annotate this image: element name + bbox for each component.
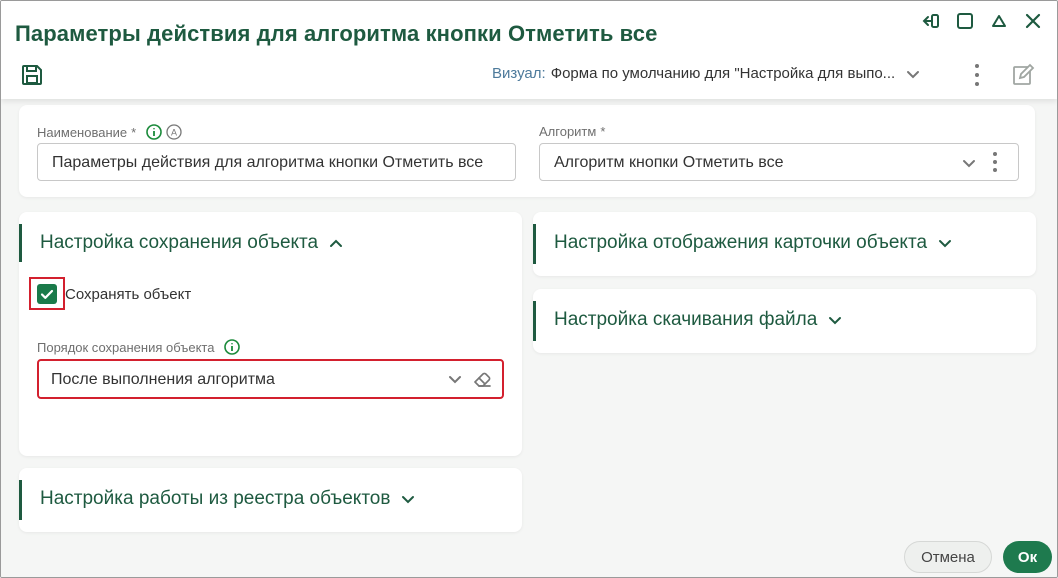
check-icon — [40, 289, 54, 299]
pin-icon[interactable] — [921, 11, 941, 31]
info-icon[interactable] — [224, 339, 241, 355]
dialog-title: Параметры действия для алгоритма кнопки … — [15, 21, 658, 46]
main-fields-card: Наименование * A Параметры действия для а… — [19, 105, 1035, 197]
save-order-value: После выполнения алгоритма — [51, 371, 275, 388]
save-order-label: Порядок сохранения объекта — [37, 339, 241, 355]
close-icon[interactable] — [1023, 11, 1043, 31]
card-display-settings-title: Настройка отображения карточки объекта — [554, 232, 928, 253]
save-settings-header[interactable]: Настройка сохранения объекта — [40, 232, 344, 254]
registry-settings-card: Настройка работы из реестра объектов — [19, 468, 522, 532]
download-settings-title: Настройка скачивания файла — [554, 309, 818, 330]
auto-icon[interactable]: A — [166, 124, 182, 140]
card-display-settings-card: Настройка отображения карточки объекта — [533, 212, 1036, 276]
chevron-down-icon[interactable] — [447, 371, 463, 392]
save-order-select[interactable]: После выполнения алгоритма — [37, 359, 504, 399]
window-controls — [921, 11, 1043, 31]
ok-button[interactable]: Ок — [1003, 541, 1052, 573]
save-object-label: Сохранять объект — [65, 286, 192, 303]
registry-settings-header[interactable]: Настройка работы из реестра объектов — [40, 488, 416, 510]
chevron-down-icon — [905, 66, 921, 82]
name-label-text: Наименование — [37, 124, 128, 140]
chevron-down-icon — [400, 491, 416, 507]
required-mark: * — [600, 124, 606, 139]
dialog-header: Параметры действия для алгоритма кнопки … — [1, 1, 1057, 99]
info-icon[interactable] — [146, 124, 162, 140]
chevron-up-icon — [328, 235, 344, 251]
eraser-icon[interactable] — [471, 368, 493, 395]
more-icon[interactable] — [992, 152, 998, 172]
save-settings-title: Настройка сохранения объекта — [40, 232, 319, 253]
download-settings-card: Настройка скачивания файла — [533, 289, 1036, 353]
save-object-checkbox[interactable] — [37, 284, 57, 304]
collapse-icon[interactable] — [989, 11, 1009, 31]
save-settings-card: Настройка сохранения объекта Сохранять о… — [19, 212, 522, 456]
algorithm-select[interactable]: Алгоритм кнопки Отметить все — [539, 143, 1019, 181]
edit-icon[interactable] — [1011, 63, 1035, 87]
download-settings-header[interactable]: Настройка скачивания файла — [554, 309, 843, 331]
algorithm-field-label: Алгоритм * — [539, 124, 605, 139]
visual-label: Визуал: — [492, 65, 546, 82]
section-accent-bar — [19, 224, 22, 262]
save-icon[interactable] — [20, 63, 44, 87]
name-input[interactable]: Параметры действия для алгоритма кнопки … — [37, 143, 516, 181]
section-accent-bar — [19, 480, 22, 520]
section-accent-bar — [533, 301, 536, 341]
card-display-settings-header[interactable]: Настройка отображения карточки объекта — [554, 232, 953, 254]
visual-value: Форма по умолчанию для "Настройка для вы… — [550, 65, 896, 82]
registry-settings-title: Настройка работы из реестра объектов — [40, 488, 391, 509]
section-accent-bar — [533, 224, 536, 264]
name-field-label: Наименование * A — [37, 124, 182, 140]
algorithm-label-text: Алгоритм — [539, 124, 597, 139]
chevron-down-icon[interactable] — [961, 155, 977, 176]
cancel-button[interactable]: Отмена — [904, 541, 992, 573]
chevron-down-icon — [937, 235, 953, 251]
more-icon[interactable] — [974, 64, 980, 86]
save-order-label-text: Порядок сохранения объекта — [37, 339, 215, 355]
maximize-icon[interactable] — [955, 11, 975, 31]
chevron-down-icon — [827, 312, 843, 328]
dialog-content: Наименование * A Параметры действия для а… — [1, 99, 1057, 577]
required-mark: * — [131, 124, 137, 140]
svg-text:A: A — [171, 128, 177, 138]
algorithm-value: Алгоритм кнопки Отметить все — [554, 154, 784, 171]
visual-selector[interactable]: Визуал: Форма по умолчанию для "Настройк… — [492, 65, 921, 82]
dialog-window: Параметры действия для алгоритма кнопки … — [0, 0, 1058, 578]
